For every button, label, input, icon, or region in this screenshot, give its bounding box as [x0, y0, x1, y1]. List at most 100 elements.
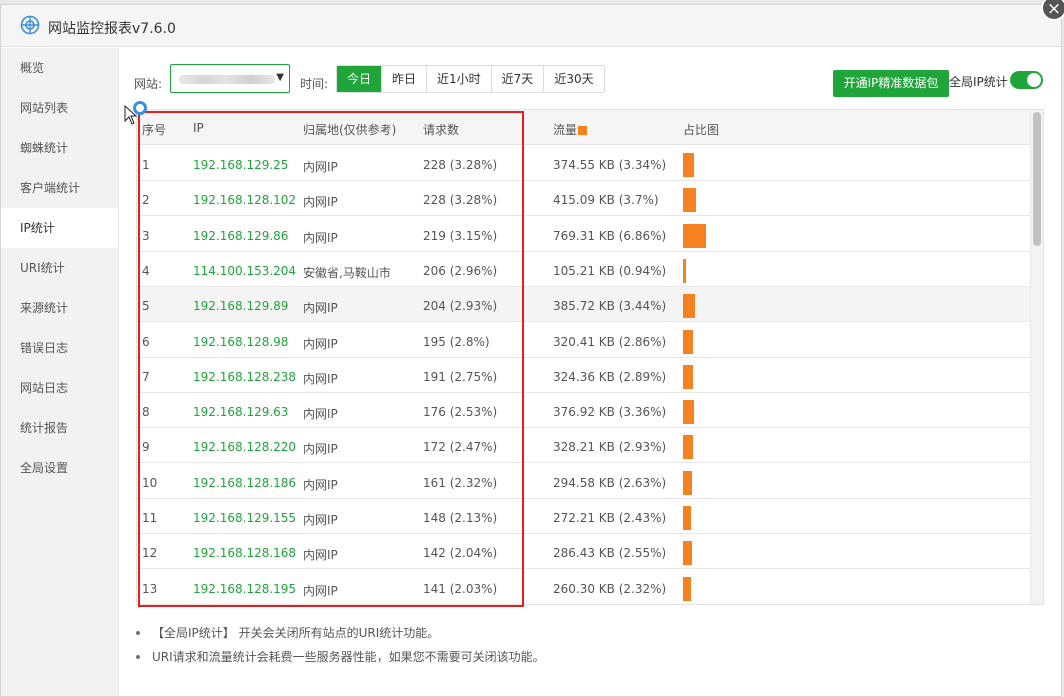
sidebar-item-2[interactable]: 蜘蛛统计 — [1, 128, 118, 168]
cell-flow: 769.31 KB (6.86%) — [553, 228, 667, 243]
time-label: 时间: — [300, 77, 329, 91]
table-row: 11 192.168.129.155 内网IP 148 (2.13%) 272.21 K… — [137, 499, 1031, 534]
cell-ip[interactable]: 192.168.128.186 — [193, 476, 296, 490]
cell-flow: 272.21 KB (2.43%) — [553, 511, 667, 525]
col-header-flow[interactable]: 流量 — [553, 121, 588, 138]
note-item: URI请求和流量统计会耗费一些服务器性能，如果您不需要可关闭该功能。 — [134, 647, 545, 671]
cell-location: 安徽省,马鞍山市 — [303, 265, 391, 280]
cell-flow: 320.41 KB (2.86%) — [553, 334, 667, 349]
ip-stat-table: 序号 IP 归属地(仅供参考) 请求数 流量 占比图 1 192.168.129.… — [136, 109, 1044, 605]
cell-location: 内网IP — [303, 160, 338, 174]
cell-location: 内网IP — [303, 477, 338, 492]
table-row: 5 192.168.129.89 内网IP 204 (2.93%) 385.72 KB … — [137, 287, 1031, 323]
table-row: 3 192.168.129.86 内网IP 219 (3.15%) 769.31 KB … — [137, 217, 1031, 252]
sidebar-item-1[interactable]: 网站列表 — [1, 88, 118, 128]
cell-flow: 324.36 KB (2.89%) — [553, 369, 667, 384]
cell-flow: 374.55 KB (3.34%) — [553, 158, 667, 172]
table-scrollbar[interactable] — [1030, 110, 1043, 604]
scroll-thumb[interactable] — [1033, 112, 1041, 246]
sidebar-item-3[interactable]: 客户端统计 — [1, 168, 118, 208]
global-ip-stat-label: 全局IP统计 — [949, 75, 1008, 89]
cell-flow: 286.43 KB (2.55%) — [553, 546, 667, 561]
cell-ip[interactable]: 192.168.129.25 — [193, 158, 288, 172]
cell-no: 11 — [142, 511, 158, 525]
cell-no: 5 — [142, 299, 150, 314]
cell-requests: 141 (2.03%) — [423, 581, 498, 596]
time-option-4[interactable]: 近30天 — [544, 66, 603, 92]
app-window: 网站监控报表v7.6.0 × 概览 网站列表 蜘蛛统计 客户端统计 IP统计 URI统计来… — [0, 0, 1064, 697]
cell-requests: 204 (2.93%) — [423, 299, 498, 314]
table-row: 7 192.168.128.238 内网IP 191 (2.75%) 324.36 KB… — [137, 358, 1031, 393]
cell-flow: 294.58 KB (2.63%) — [553, 475, 667, 490]
sidebar-item-6[interactable]: 来源统计 — [1, 288, 118, 328]
sidebar-item-4[interactable]: IP统计 — [1, 208, 118, 248]
cell-flow: 260.30 KB (2.32%) — [553, 581, 667, 596]
cell-flow: 376.92 KB (3.36%) — [553, 405, 667, 420]
app-logo-icon — [20, 15, 40, 35]
ratio-bar — [683, 470, 692, 495]
cell-no: 8 — [142, 405, 150, 420]
ratio-bar — [683, 329, 693, 354]
ratio-bar — [683, 400, 695, 425]
site-select[interactable]: ▼ — [170, 64, 290, 93]
time-option-0[interactable]: 今日 — [337, 66, 383, 92]
cell-ip[interactable]: 192.168.129.89 — [193, 299, 288, 313]
table-row: 8 192.168.129.63 内网IP 176 (2.53%) 376.92 KB … — [137, 393, 1031, 429]
ratio-bar — [683, 294, 695, 319]
col-header-location: 归属地(仅供参考) — [303, 123, 397, 137]
cell-location: 内网IP — [303, 583, 338, 598]
ratio-bar — [683, 258, 687, 283]
cell-requests: 176 (2.53%) — [423, 405, 498, 420]
cell-no: 12 — [142, 546, 158, 561]
cell-ip[interactable]: 192.168.128.102 — [193, 193, 296, 207]
cell-requests: 206 (2.96%) — [423, 263, 498, 278]
sidebar-item-0[interactable]: 概览 — [1, 48, 118, 88]
cell-ip[interactable]: 192.168.128.220 — [193, 440, 296, 454]
cell-requests: 191 (2.75%) — [423, 369, 498, 384]
table-header: 序号 IP 归属地(仅供参考) 请求数 流量 占比图 — [137, 110, 1031, 145]
sidebar-item-5[interactable]: URI统计 — [1, 248, 118, 288]
global-ip-stat-toggle[interactable] — [1010, 71, 1043, 89]
cell-requests: 219 (3.15%) — [423, 228, 498, 243]
cell-location: 内网IP — [303, 442, 338, 457]
time-range-group: 今日 昨日 近1小时 近7天 近30天 — [336, 65, 605, 93]
cell-location: 内网IP — [303, 230, 338, 245]
cell-ip[interactable]: 192.168.128.238 — [193, 370, 296, 384]
cell-ip[interactable]: 114.100.153.204 — [193, 264, 296, 278]
time-option-2[interactable]: 近1小时 — [427, 66, 492, 92]
table-row: 13 192.168.128.195 内网IP 141 (2.03%) 260.30 K… — [137, 570, 1031, 604]
time-option-1[interactable]: 昨日 — [382, 66, 428, 92]
cell-ip[interactable]: 192.168.128.98 — [193, 335, 288, 349]
title-bar: 网站监控报表v7.6.0 — [1, 5, 1061, 47]
app-title: 网站监控报表v7.6.0 — [48, 21, 176, 37]
sidebar-item-7[interactable]: 错误日志 — [1, 328, 118, 368]
cell-requests: 142 (2.04%) — [423, 546, 498, 561]
cell-flow: 385.72 KB (3.44%) — [553, 299, 667, 314]
cell-no: 3 — [142, 228, 150, 243]
ratio-bar — [683, 188, 696, 213]
cell-location: 内网IP — [303, 371, 338, 386]
cell-requests: 228 (3.28%) — [423, 193, 498, 208]
sidebar-item-9[interactable]: 统计报告 — [1, 408, 118, 448]
cell-ip[interactable]: 192.168.128.195 — [193, 582, 296, 596]
ratio-bar — [683, 541, 692, 566]
cell-ip[interactable]: 192.168.129.155 — [193, 511, 296, 525]
time-option-3[interactable]: 近7天 — [492, 66, 545, 92]
cell-location: 内网IP — [303, 513, 338, 527]
cell-no: 7 — [142, 369, 150, 384]
cell-no: 13 — [142, 581, 158, 596]
cell-requests: 195 (2.8%) — [423, 334, 490, 349]
sidebar-item-8[interactable]: 网站日志 — [1, 368, 118, 408]
cell-ip[interactable]: 192.168.129.63 — [193, 405, 288, 419]
open-ip-data-package-button[interactable]: 开通IP精准数据包 — [833, 70, 949, 97]
cell-ip[interactable]: 192.168.129.86 — [193, 229, 288, 243]
site-value-blurred — [179, 75, 275, 84]
sidebar-item-10[interactable]: 全局设置 — [1, 448, 118, 488]
cell-ip[interactable]: 192.168.128.168 — [193, 546, 296, 560]
table-row: 10 192.168.128.186 内网IP 161 (2.32%) 294.58 K… — [137, 464, 1031, 499]
col-header-flow-label: 流量 — [553, 123, 578, 137]
cell-location: 内网IP — [303, 407, 338, 422]
table-row: 9 192.168.128.220 内网IP 172 (2.47%) 328.21 KB… — [137, 428, 1031, 464]
toggle-knob — [1027, 73, 1041, 87]
col-header-ip: IP — [193, 121, 204, 135]
